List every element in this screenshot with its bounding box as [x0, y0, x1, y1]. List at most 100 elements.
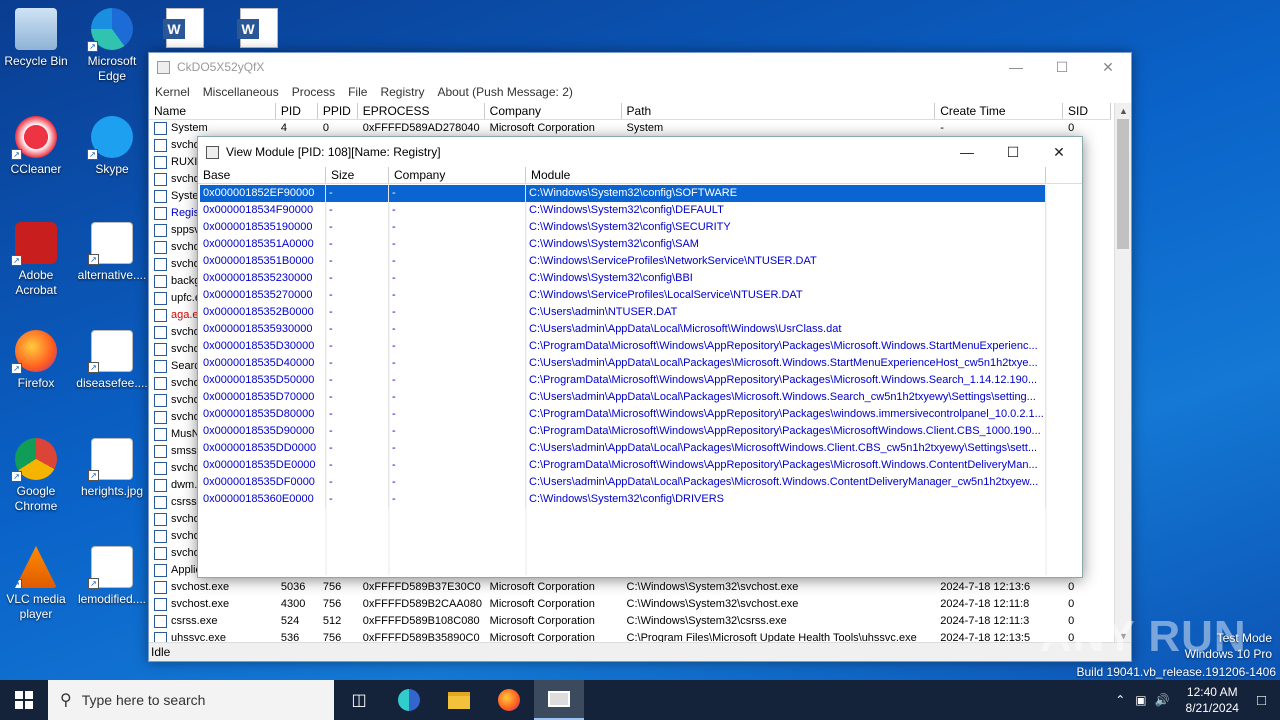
maximize-button[interactable]: ☐ [1039, 53, 1085, 81]
vertical-scrollbar[interactable]: ▲ ▼ [1114, 103, 1131, 644]
module-row[interactable]: 0x0000018535D70000- - C:\Users\admin\AppDa… [200, 389, 1080, 406]
menu-item[interactable]: Kernel [155, 85, 190, 99]
cell-pid: 524 [280, 615, 300, 627]
column-header[interactable]: EPROCESS [358, 103, 485, 119]
desktop-icon[interactable]: ↗ herights.jpg [76, 438, 148, 499]
module-column-header[interactable]: Size [326, 167, 389, 183]
scroll-up-icon[interactable]: ▲ [1115, 103, 1132, 119]
column-header[interactable]: PPID [318, 103, 358, 119]
menu-item[interactable]: About (Push Message: 2) [437, 85, 572, 99]
module-cell-module: C:\ProgramData\Microsoft\Windows\AppRepo… [526, 372, 1046, 389]
status-bar: Idle [149, 642, 1131, 661]
column-header[interactable]: Company [485, 103, 622, 119]
table-row[interactable]: csrss.exe 524 512 0xFFFFD589B108C080 Microso… [149, 613, 1111, 630]
module-row[interactable]: 0x0000018535270000- - C:\Windows\ServicePr… [200, 287, 1080, 304]
main-titlebar[interactable]: CkDO5X52yQfX [149, 53, 1131, 81]
scrollbar-thumb[interactable] [1117, 119, 1129, 249]
column-header[interactable]: Name [149, 103, 276, 119]
column-header[interactable]: Path [622, 103, 936, 119]
menu-item[interactable]: Process [292, 85, 335, 99]
dialog-maximize-button[interactable]: ☐ [990, 137, 1036, 167]
desktop-icon-label: VLC media player [6, 592, 66, 621]
speaker-icon[interactable]: 🔊 [1155, 693, 1170, 707]
module-row[interactable]: 0x0000018535D50000- - C:\ProgramData\Micro… [200, 372, 1080, 389]
module-cell-module: C:\ProgramData\Microsoft\Windows\AppRepo… [526, 338, 1046, 355]
view-module-dialog[interactable]: View Module [PID: 108][Name: Registry] —… [197, 136, 1083, 578]
status-text: Idle [151, 645, 171, 659]
process-icon [154, 275, 167, 288]
desktop-icon[interactable]: Recycle Bin [0, 8, 72, 69]
module-cell-base: 0x00000185360E0000 [200, 491, 326, 508]
process-name: svcho [171, 513, 200, 525]
desktop-icon[interactable]: ↗ lemodified.... [76, 546, 148, 607]
module-row[interactable]: 0x0000018535D80000- - C:\ProgramData\Micro… [200, 406, 1080, 423]
column-header[interactable]: SID [1063, 103, 1111, 119]
module-row[interactable]: 0x0000018535230000- - C:\Windows\System32\… [200, 270, 1080, 287]
module-row[interactable]: 0x0000018535DE0000- - C:\ProgramData\Micro… [200, 457, 1080, 474]
desktop-icon[interactable]: ↗ Skype [76, 116, 148, 177]
table-row[interactable]: svchost.exe 5036 756 0xFFFFD589B37E30C0 Micr… [149, 579, 1111, 596]
module-row[interactable]: 0x0000018535D90000- - C:\ProgramData\Micro… [200, 423, 1080, 440]
module-row[interactable]: 0x0000018535D30000- - C:\ProgramData\Micro… [200, 338, 1080, 355]
start-button[interactable] [0, 680, 48, 720]
module-cell-size: - [326, 440, 389, 457]
module-column-header[interactable]: Base [198, 167, 326, 183]
word-doc-icon[interactable]: W [163, 8, 204, 48]
process-table-header: Name PID PPID EPROCESS Company Path Create Tim… [149, 103, 1111, 120]
taskbar-search[interactable]: ⚲ Type here to search [48, 680, 334, 720]
desktop-icon[interactable]: ↗ Microsoft Edge [76, 8, 148, 84]
desktop-icon[interactable]: ↗ Google Chrome [0, 438, 72, 514]
word-doc-icon[interactable]: W [237, 8, 278, 48]
task-view-button[interactable]: ◫ [334, 680, 384, 720]
taskbar-edge[interactable] [384, 680, 434, 720]
module-column-header[interactable]: Company [389, 167, 526, 183]
menu-item[interactable]: Registry [380, 85, 424, 99]
desktop-icon[interactable]: ↗ VLC media player [0, 546, 72, 622]
menu-item[interactable]: Miscellaneous [203, 85, 279, 99]
table-row[interactable]: System 4 0 0xFFFFD589AD278040 Microsoft Corp… [149, 120, 1111, 137]
menu-item[interactable]: File [348, 85, 367, 99]
module-row[interactable]: 0x00000185360E0000- - C:\Windows\System32\… [200, 491, 1080, 508]
cell-pid: 5036 [280, 581, 306, 593]
column-header[interactable]: PID [276, 103, 318, 119]
task-view-icon: ◫ [351, 692, 367, 709]
desktop-icon[interactable]: ↗ alternative.... [76, 222, 148, 283]
taskbar-firefox[interactable] [484, 680, 534, 720]
desktop-icon[interactable]: ↗ Adobe Acrobat [0, 222, 72, 298]
dialog-close-button[interactable]: ✕ [1036, 137, 1082, 167]
module-row[interactable]: 0x00000185352B0000- - C:\Users\admin\NTUSE… [200, 304, 1080, 321]
clock[interactable]: 12:40 AM 8/21/2024 [1186, 684, 1239, 716]
notification-icon[interactable]: □ [1257, 692, 1266, 709]
close-button[interactable]: ✕ [1085, 53, 1131, 81]
taskbar-explorer[interactable] [434, 680, 484, 720]
module-cell-base: 0x0000018535930000 [200, 321, 326, 338]
module-row[interactable]: 0x00000185351A0000- - C:\Windows\System32\… [200, 236, 1080, 253]
desktop-icon[interactable]: ↗ diseasefee.... [76, 330, 148, 391]
module-row[interactable]: 0x0000018535DD0000- - C:\Users\admin\AppDa… [200, 440, 1080, 457]
app-icon [157, 60, 170, 74]
module-row[interactable]: 0x0000018535190000- - C:\Windows\System32\… [200, 219, 1080, 236]
column-header[interactable]: Create Time [935, 103, 1064, 119]
minimize-button[interactable]: — [993, 53, 1039, 81]
desktop-icon[interactable]: ↗ CCleaner [0, 116, 72, 177]
taskbar-active-app[interactable] [534, 680, 584, 720]
module-table[interactable]: 0x000001852EF90000- - C:\Windows\System32\… [200, 185, 1080, 508]
module-row[interactable]: 0x0000018535DF0000- - C:\Users\admin\AppDa… [200, 474, 1080, 491]
module-row[interactable]: 0x0000018535930000- - C:\Users\admin\AppDa… [200, 321, 1080, 338]
module-row[interactable]: 0x00000185351B0000- - C:\Windows\ServicePr… [200, 253, 1080, 270]
dialog-minimize-button[interactable]: — [944, 137, 990, 167]
process-name: svcho [171, 258, 200, 270]
module-column-header[interactable]: Module [526, 167, 1046, 183]
module-row[interactable]: 0x0000018535D40000- - C:\Users\admin\AppDa… [200, 355, 1080, 372]
module-cell-size: - [326, 423, 389, 440]
process-icon [154, 479, 167, 492]
process-icon [154, 513, 167, 526]
network-icon[interactable]: ▣ [1135, 693, 1146, 707]
module-row[interactable]: 0x000001852EF90000- - C:\Windows\System32\… [200, 185, 1080, 202]
module-row[interactable]: 0x0000018534F90000- - C:\Windows\System32\… [200, 202, 1080, 219]
edge-icon: ↗ [87, 8, 133, 52]
module-cell-base: 0x0000018535230000 [200, 270, 326, 287]
desktop-icon[interactable]: ↗ Firefox [0, 330, 72, 391]
table-row[interactable]: svchost.exe 4300 756 0xFFFFD589B2CAA080 Micr… [149, 596, 1111, 613]
chevron-up-icon[interactable]: ⌃ [1115, 693, 1125, 707]
